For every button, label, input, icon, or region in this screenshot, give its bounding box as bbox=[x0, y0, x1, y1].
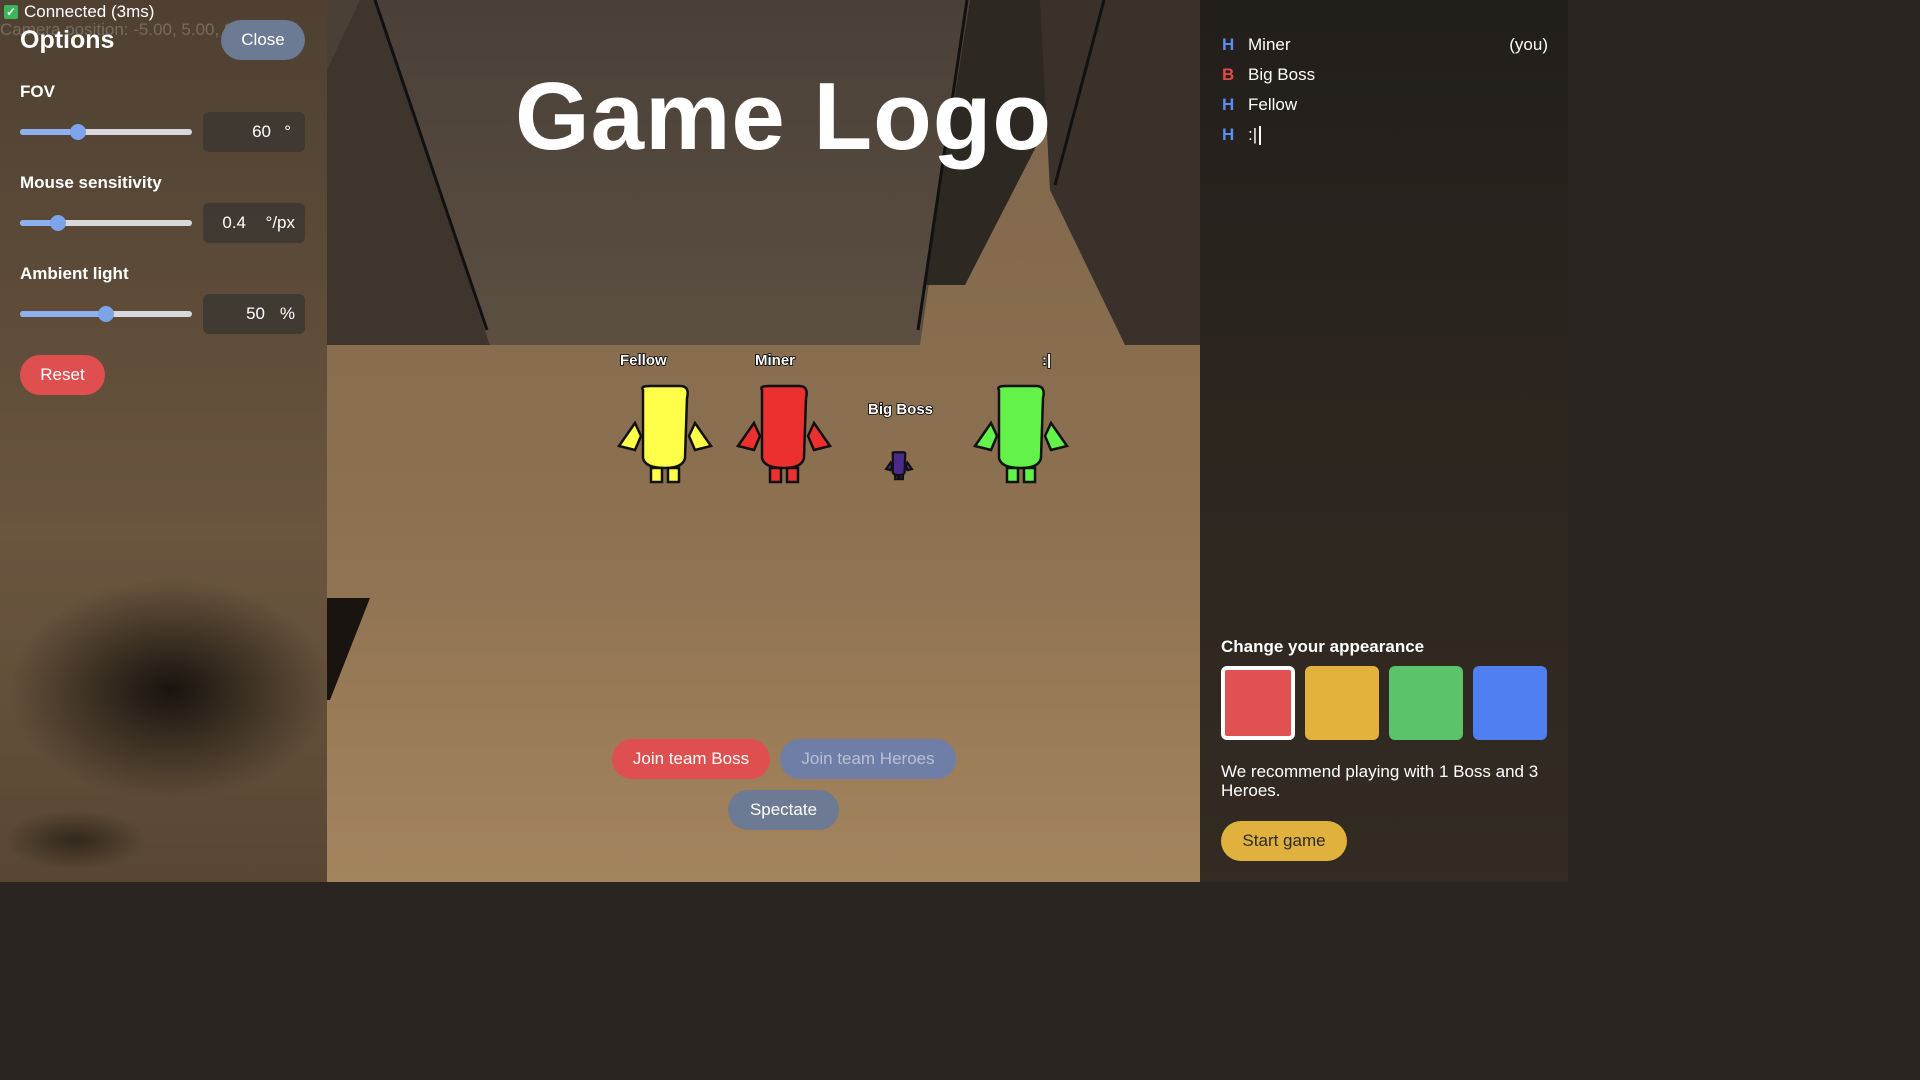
ambient-light-slider-fill bbox=[20, 311, 106, 317]
player-list: H Miner (you) B Big Boss H Fellow H :| bbox=[1222, 30, 1548, 150]
close-button[interactable]: Close bbox=[221, 20, 305, 60]
join-team-boss-button[interactable]: Join team Boss bbox=[612, 739, 770, 779]
player-name: Big Boss bbox=[1248, 65, 1316, 84]
options-title: Options bbox=[20, 26, 115, 54]
ambient-light-unit: % bbox=[279, 304, 295, 323]
player-row: H Fellow bbox=[1222, 90, 1548, 120]
ambient-light-value: 50 bbox=[246, 304, 265, 323]
team-badge: H bbox=[1222, 125, 1235, 144]
recommendation-text: We recommend playing with 1 Boss and 3 H… bbox=[1221, 762, 1539, 800]
connection-status: ✓ Connected (3ms) bbox=[4, 2, 154, 22]
appearance-swatch-red[interactable] bbox=[1221, 666, 1295, 740]
game-logo: Game Logo bbox=[515, 63, 1053, 170]
fov-value: 60 bbox=[252, 122, 271, 141]
mouse-sensitivity-slider[interactable] bbox=[20, 215, 192, 231]
character-name-fellow: Fellow bbox=[619, 351, 667, 370]
player-name-input[interactable]: :| bbox=[1248, 125, 1257, 145]
ambient-light-slider[interactable] bbox=[20, 306, 192, 322]
mouse-sensitivity-value: 0.4 bbox=[222, 213, 246, 232]
player-name: Miner bbox=[1248, 35, 1291, 54]
player-row: B Big Boss bbox=[1222, 60, 1548, 90]
ambient-light-input[interactable]: 50 % bbox=[203, 294, 305, 334]
player-name: Fellow bbox=[1248, 95, 1298, 114]
join-team-heroes-button[interactable]: Join team Heroes bbox=[780, 739, 956, 779]
character-name-miner: Miner bbox=[754, 351, 796, 370]
you-indicator: (you) bbox=[1509, 35, 1548, 54]
appearance-title: Change your appearance bbox=[1221, 637, 1425, 656]
reset-button[interactable]: Reset bbox=[20, 355, 105, 395]
fov-slider[interactable] bbox=[20, 124, 192, 140]
team-badge: B bbox=[1222, 65, 1235, 84]
fov-input[interactable]: 60 ° bbox=[203, 112, 305, 152]
team-badge: H bbox=[1222, 95, 1235, 114]
appearance-swatch-green[interactable] bbox=[1389, 666, 1463, 740]
mouse-sensitivity-unit: °/px bbox=[265, 213, 295, 232]
fov-unit: ° bbox=[284, 122, 291, 141]
player-row: H Miner (you) bbox=[1222, 30, 1548, 60]
start-game-button[interactable]: Start game bbox=[1221, 821, 1347, 861]
appearance-swatch-blue[interactable] bbox=[1473, 666, 1547, 740]
mouse-sensitivity-input[interactable]: 0.4 °/px bbox=[203, 203, 305, 243]
connection-label: Connected (3ms) bbox=[24, 2, 155, 21]
player-row: H :| bbox=[1222, 120, 1548, 150]
character-name-big-boss: Big Boss bbox=[867, 400, 934, 419]
mouse-sensitivity-label: Mouse sensitivity bbox=[20, 173, 162, 192]
mouse-sensitivity-slider-handle[interactable] bbox=[49, 215, 66, 231]
appearance-swatch-yellow[interactable] bbox=[1305, 666, 1379, 740]
character-name-smiley: :| bbox=[1041, 351, 1052, 370]
ambient-light-label: Ambient light bbox=[20, 264, 129, 283]
check-icon: ✓ bbox=[4, 5, 18, 19]
spectate-button[interactable]: Spectate bbox=[728, 790, 839, 830]
team-badge: H bbox=[1222, 35, 1235, 54]
text-caret bbox=[1259, 125, 1262, 145]
ambient-light-slider-handle[interactable] bbox=[98, 306, 114, 322]
fov-label: FOV bbox=[20, 82, 55, 101]
